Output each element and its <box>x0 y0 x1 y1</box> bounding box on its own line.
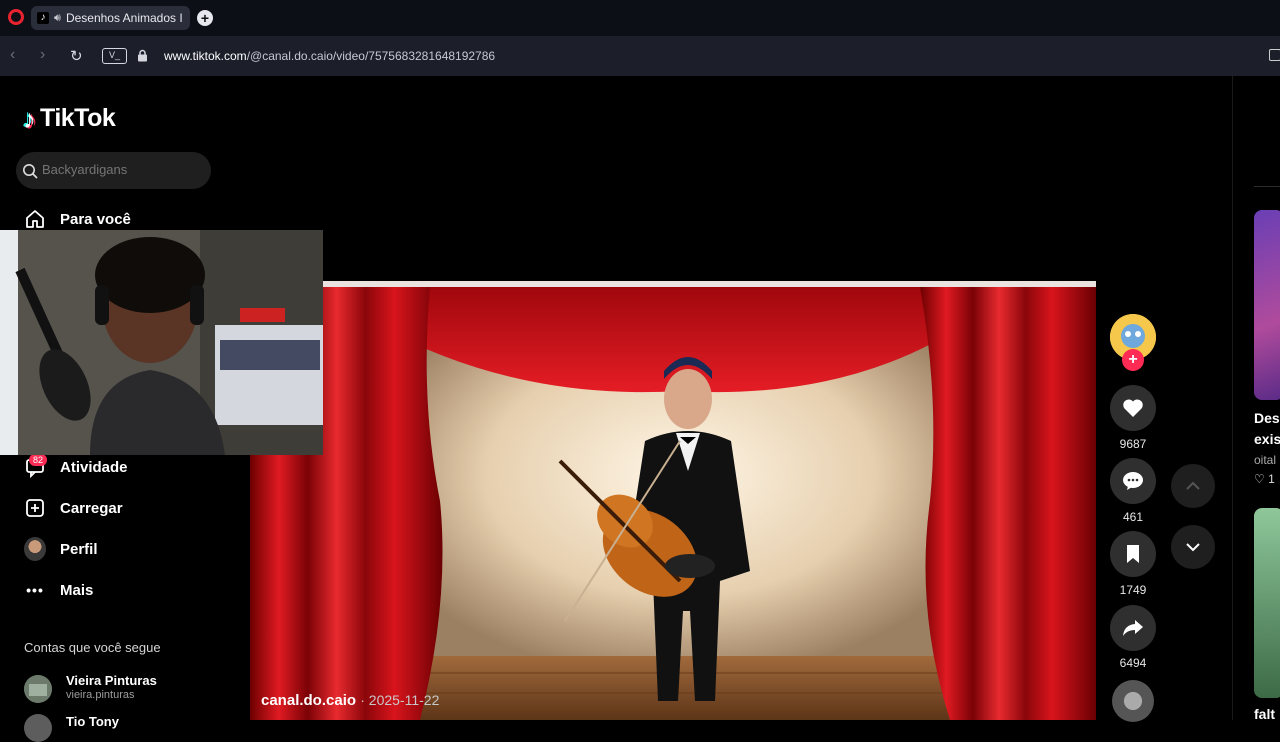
column-divider <box>1232 76 1233 720</box>
forward-icon[interactable]: › <box>40 46 45 64</box>
search-input[interactable] <box>42 162 202 177</box>
nav-more[interactable]: ••• Mais <box>24 579 93 601</box>
comment-button[interactable] <box>1110 458 1156 504</box>
speaker-icon[interactable]: 🔊︎ <box>54 12 61 25</box>
chevron-up-icon <box>1186 481 1200 490</box>
like-count: 9687 <box>1119 437 1147 451</box>
music-disc[interactable] <box>1112 680 1154 722</box>
nav-upload[interactable]: Carregar <box>24 497 123 519</box>
webcam-image <box>0 230 323 455</box>
tiktok-favicon-icon: ♪ <box>37 12 49 24</box>
activity-badge: 82 <box>29 454 48 466</box>
video-caption: canal.do.caio · 2025-11-22 <box>261 692 439 709</box>
related-video-thumbnail[interactable] <box>1254 508 1280 698</box>
account-avatar[interactable] <box>24 714 52 742</box>
more-icon: ••• <box>26 582 44 598</box>
share-count: 6494 <box>1119 656 1147 670</box>
comment-icon <box>1123 472 1143 490</box>
extension-icon[interactable] <box>1269 49 1280 61</box>
comment-count: 461 <box>1122 510 1144 524</box>
bookmark-icon <box>1127 545 1139 563</box>
related-video-thumbnail[interactable] <box>1254 210 1280 400</box>
profile-avatar <box>24 537 46 561</box>
share-button[interactable] <box>1110 605 1156 651</box>
following-title: Contas que você segue <box>24 640 161 655</box>
search-icon <box>23 164 38 179</box>
like-button[interactable] <box>1110 385 1156 431</box>
back-icon[interactable]: ‹ <box>10 46 15 64</box>
video-date: · 2025-11-22 <box>360 692 440 708</box>
vpn-badge[interactable]: V_ <box>102 48 127 64</box>
browser-tab-bar: ♪ 🔊︎ Desenhos Animados I + <box>0 0 1280 36</box>
related-video-author[interactable]: oital <box>1254 453 1276 467</box>
opera-logo-icon[interactable] <box>8 9 24 25</box>
account-name[interactable]: Vieira Pinturas <box>66 673 157 688</box>
video-frame <box>250 281 1096 720</box>
video-player[interactable] <box>250 281 1096 720</box>
webcam-overlay <box>0 230 323 455</box>
previous-video-button[interactable] <box>1171 464 1215 508</box>
account-name[interactable]: Tio Tony <box>66 714 119 729</box>
related-video-likes: ♡ 1 <box>1254 472 1275 486</box>
account-handle: vieira.pinturas <box>66 689 135 701</box>
related-video-title[interactable]: Des exis <box>1254 408 1280 450</box>
nav-for-you[interactable]: Para você <box>24 208 131 230</box>
bookmark-count: 1749 <box>1119 583 1147 597</box>
account-avatar[interactable] <box>24 675 52 703</box>
browser-tab[interactable]: ♪ 🔊︎ Desenhos Animados I <box>31 6 190 30</box>
bookmark-button[interactable] <box>1110 531 1156 577</box>
upload-icon <box>24 497 46 519</box>
tiktok-note-icon: ♪ <box>23 103 36 134</box>
tab-title: Desenhos Animados I <box>65 11 183 25</box>
tiktok-logo[interactable]: ♪ TikTok <box>23 103 116 134</box>
reload-icon[interactable]: ↻ <box>70 47 83 65</box>
share-icon <box>1123 620 1143 636</box>
right-divider-line <box>1254 186 1280 187</box>
url-field[interactable]: www.tiktok.com/@canal.do.caio/video/7575… <box>164 49 495 63</box>
lock-icon <box>138 49 147 62</box>
address-bar: ‹ › ↻ V_ www.tiktok.com/@canal.do.caio/v… <box>0 36 1280 76</box>
new-tab-plus-icon[interactable]: + <box>197 10 213 26</box>
chevron-down-icon <box>1186 543 1200 552</box>
next-video-button[interactable] <box>1171 525 1215 569</box>
home-icon <box>24 208 46 230</box>
nav-profile[interactable]: Perfil <box>24 537 98 561</box>
video-creator[interactable]: canal.do.caio <box>261 692 356 709</box>
follow-plus-icon[interactable]: + <box>1122 349 1144 371</box>
search-box[interactable] <box>16 152 211 189</box>
heart-icon <box>1123 399 1143 417</box>
